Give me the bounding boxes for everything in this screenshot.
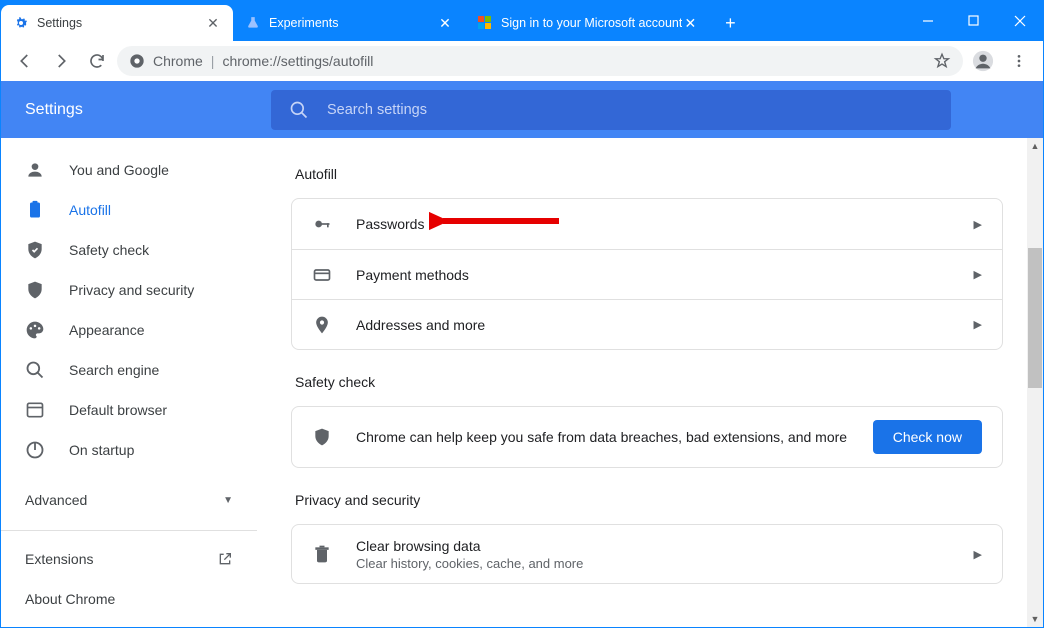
chevron-right-icon: ▶ (974, 218, 982, 231)
autofill-card: Passwords ▶ Payment methods ▶ Addresses … (291, 198, 1003, 350)
search-icon (289, 100, 309, 120)
section-autofill-title: Autofill (295, 166, 1003, 182)
palette-icon (25, 320, 45, 340)
person-icon (25, 160, 45, 180)
row-clear-browsing-data[interactable]: Clear browsing data Clear history, cooki… (292, 525, 1002, 583)
back-button[interactable] (9, 45, 41, 77)
power-icon (25, 440, 45, 460)
close-window-button[interactable] (997, 1, 1043, 41)
chrome-icon (129, 53, 145, 69)
close-icon[interactable]: ✕ (682, 15, 698, 31)
trash-icon (312, 544, 332, 564)
chevron-down-icon: ▼ (223, 495, 233, 506)
tab-title: Experiments (269, 16, 437, 30)
sidebar-item-search-engine[interactable]: Search engine (1, 350, 257, 390)
chevron-right-icon: ▶ (974, 318, 982, 331)
search-input[interactable] (327, 102, 933, 118)
close-icon[interactable]: ✕ (205, 15, 221, 31)
section-privacy-title: Privacy and security (295, 492, 1003, 508)
tab-settings[interactable]: Settings ✕ (1, 5, 233, 41)
sidebar-item-privacy[interactable]: Privacy and security (1, 270, 257, 310)
row-safety-check: Chrome can help keep you safe from data … (292, 407, 1002, 467)
sidebar-item-default-browser[interactable]: Default browser (1, 390, 257, 430)
tab-title: Settings (37, 16, 205, 30)
omnibox-url: chrome://settings/autofill (222, 53, 373, 69)
sidebar-extensions[interactable]: Extensions (1, 539, 257, 579)
scroll-thumb[interactable] (1028, 248, 1042, 388)
reload-button[interactable] (81, 45, 113, 77)
chevron-right-icon: ▶ (974, 268, 982, 281)
shield-icon (312, 427, 332, 447)
check-now-button[interactable]: Check now (873, 420, 982, 454)
external-link-icon (217, 551, 233, 567)
sidebar-item-on-startup[interactable]: On startup (1, 430, 257, 470)
row-passwords[interactable]: Passwords ▶ (292, 199, 1002, 249)
browser-icon (25, 400, 45, 420)
vertical-scrollbar[interactable]: ▲ ▼ (1027, 138, 1043, 627)
tab-microsoft-signin[interactable]: Sign in to your Microsoft account ✕ (465, 5, 710, 41)
sidebar-about-chrome[interactable]: About Chrome (1, 579, 257, 619)
key-icon (312, 214, 332, 234)
omnibox-scheme: Chrome (153, 53, 203, 69)
settings-header: Settings (1, 81, 1043, 138)
new-tab-button[interactable]: + (716, 9, 744, 37)
tab-title: Sign in to your Microsoft account (501, 16, 682, 30)
sidebar-item-you-and-google[interactable]: You and Google (1, 150, 257, 190)
sidebar-item-autofill[interactable]: Autofill (1, 190, 257, 230)
shield-icon (25, 280, 45, 300)
clipboard-icon (25, 200, 45, 220)
page-title: Settings (1, 101, 271, 119)
microsoft-icon (477, 15, 493, 31)
sidebar-item-safety-check[interactable]: Safety check (1, 230, 257, 270)
chevron-right-icon: ▶ (974, 548, 982, 561)
browser-toolbar: Chrome | chrome://settings/autofill (1, 41, 1043, 81)
tab-experiments[interactable]: Experiments ✕ (233, 5, 465, 41)
search-icon (25, 360, 45, 380)
row-addresses[interactable]: Addresses and more ▶ (292, 299, 1002, 349)
shield-check-icon (25, 240, 45, 260)
scroll-up-arrow[interactable]: ▲ (1027, 138, 1043, 154)
minimize-button[interactable] (905, 1, 951, 41)
location-icon (312, 315, 332, 335)
bookmark-star-icon[interactable] (933, 52, 951, 70)
sidebar-item-appearance[interactable]: Appearance (1, 310, 257, 350)
window-controls (905, 1, 1043, 41)
maximize-button[interactable] (951, 1, 997, 41)
menu-button[interactable] (1003, 45, 1035, 77)
forward-button[interactable] (45, 45, 77, 77)
gear-icon (13, 15, 29, 31)
address-bar[interactable]: Chrome | chrome://settings/autofill (117, 46, 963, 76)
card-icon (312, 265, 332, 285)
settings-sidebar: You and Google Autofill Safety check Pri… (1, 138, 257, 627)
flask-icon (245, 15, 261, 31)
settings-content: Autofill Passwords ▶ Payment methods ▶ A… (257, 138, 1043, 627)
safety-card: Chrome can help keep you safe from data … (291, 406, 1003, 468)
scroll-down-arrow[interactable]: ▼ (1027, 611, 1043, 627)
profile-avatar[interactable] (967, 45, 999, 77)
titlebar: Settings ✕ Experiments ✕ Sign in to your… (1, 1, 1043, 41)
section-safety-title: Safety check (295, 374, 1003, 390)
sidebar-advanced[interactable]: Advanced▼ (1, 478, 257, 522)
privacy-card: Clear browsing data Clear history, cooki… (291, 524, 1003, 584)
close-icon[interactable]: ✕ (437, 15, 453, 31)
row-payment-methods[interactable]: Payment methods ▶ (292, 249, 1002, 299)
search-settings[interactable] (271, 90, 951, 130)
